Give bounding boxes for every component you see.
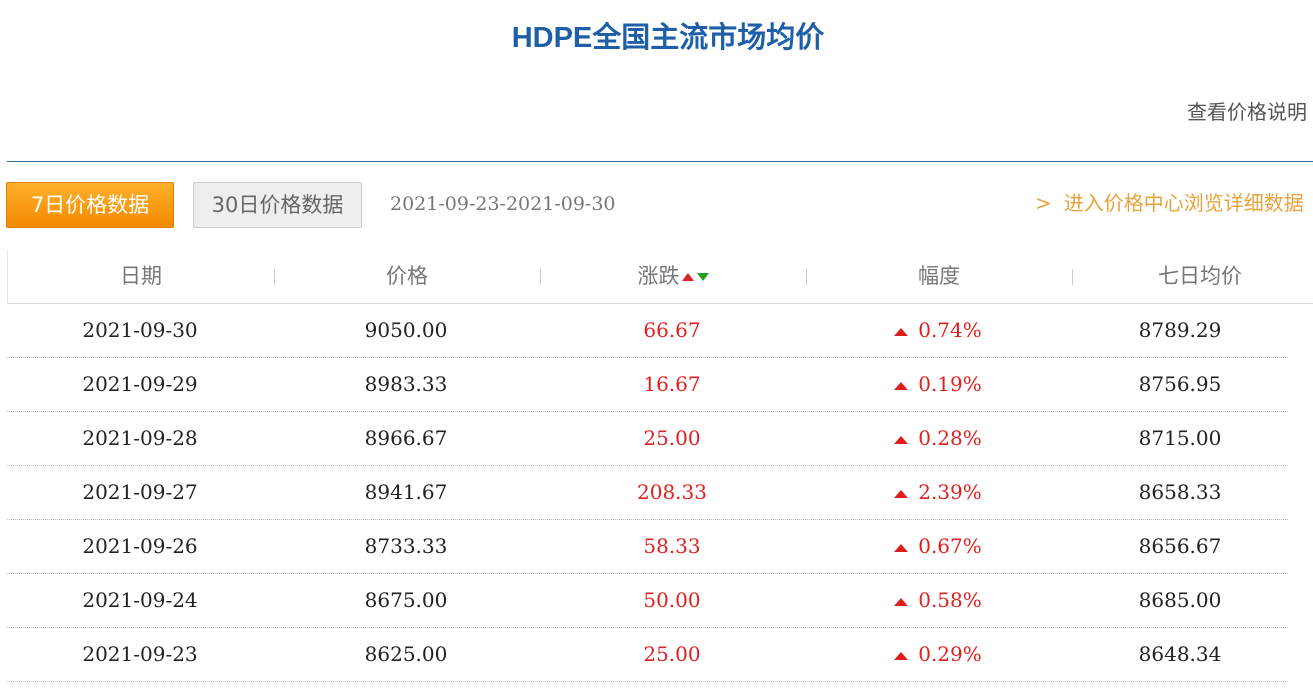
cell-avg7: 8715.00: [1138, 426, 1222, 450]
cell-price: 8941.67: [364, 480, 448, 504]
cell-avg7: 8685.00: [1138, 588, 1222, 612]
page-title: HDPE全国主流市场均价: [511, 22, 825, 54]
cell-range: 2.39%: [805, 466, 1071, 519]
cell-range: 0.58%: [805, 574, 1071, 627]
cell-change: 50.00: [643, 588, 701, 612]
header-range: 幅度: [918, 264, 960, 288]
header-avg7: 七日均价: [1158, 264, 1242, 288]
cell-date: 2021-09-28: [82, 426, 198, 450]
up-arrow-icon: [894, 597, 909, 606]
cell-price: 8625.00: [364, 642, 448, 666]
cell-date: 2021-09-29: [82, 372, 198, 396]
cell-change: 66.67: [643, 318, 701, 342]
cell-date: 2021-09-24: [82, 588, 198, 612]
price-table: 日期 价格 涨跌 幅度 七日均价 2021-09-30 9050.00 66.6…: [7, 250, 1313, 682]
table-row: 2021-09-26 8733.33 58.33 0.67% 8656.67: [7, 520, 1288, 574]
cell-price: 8733.33: [364, 534, 448, 558]
header-divider: [7, 161, 1313, 162]
cell-range: 0.74%: [805, 304, 1071, 357]
chevron-right-icon: >: [1035, 191, 1052, 215]
cell-price: 8983.33: [364, 372, 448, 396]
cell-avg7: 8789.29: [1138, 318, 1222, 342]
up-arrow-icon: [894, 651, 909, 660]
cell-change: 25.00: [643, 426, 701, 450]
price-note-link[interactable]: 查看价格说明: [1187, 96, 1307, 125]
cell-avg7: 8756.95: [1138, 372, 1222, 396]
cell-date: 2021-09-27: [82, 480, 198, 504]
cell-avg7: 8658.33: [1138, 480, 1222, 504]
cell-range: 0.19%: [805, 358, 1071, 411]
header-change-label: 涨跌: [637, 264, 680, 288]
cell-range-value: 0.28%: [918, 426, 982, 450]
cell-range: 0.29%: [805, 628, 1071, 681]
up-arrow-icon: [894, 381, 909, 390]
table-row: 2021-09-24 8675.00 50.00 0.58% 8685.00: [7, 574, 1288, 628]
table-row: 2021-09-28 8966.67 25.00 0.28% 8715.00: [7, 412, 1288, 466]
cell-change: 208.33: [637, 480, 707, 504]
date-range: 2021-09-23-2021-09-30: [390, 193, 616, 215]
up-arrow-icon: [894, 489, 909, 498]
cell-price: 8675.00: [364, 588, 448, 612]
cell-change: 16.67: [643, 372, 701, 396]
header-change: 涨跌: [540, 250, 806, 303]
up-arrow-icon: [894, 543, 909, 552]
price-center-link[interactable]: > 进入价格中心浏览详细数据: [1035, 187, 1304, 216]
cell-range-value: 0.67%: [918, 534, 982, 558]
up-arrow-icon: [894, 435, 909, 444]
cell-change: 58.33: [643, 534, 701, 558]
cell-change: 25.00: [643, 642, 701, 666]
tab-7-day-data[interactable]: 7日价格数据: [6, 182, 174, 228]
cell-range-value: 0.58%: [918, 588, 982, 612]
cell-range: 0.28%: [805, 412, 1071, 465]
cell-price: 8966.67: [364, 426, 448, 450]
cell-avg7: 8648.34: [1138, 642, 1222, 666]
table-header: 日期 价格 涨跌 幅度 七日均价: [7, 250, 1313, 304]
table-row: 2021-09-29 8983.33 16.67 0.19% 8756.95: [7, 358, 1288, 412]
cell-range-value: 0.29%: [918, 642, 982, 666]
cell-range: 0.67%: [805, 520, 1071, 573]
table-row: 2021-09-23 8625.00 25.00 0.29% 8648.34: [7, 628, 1288, 682]
cell-date: 2021-09-30: [82, 318, 198, 342]
sort-ascending-icon[interactable]: [681, 273, 694, 281]
cell-range-value: 0.19%: [918, 372, 982, 396]
cell-range-value: 2.39%: [918, 480, 982, 504]
up-arrow-icon: [894, 327, 909, 336]
sort-descending-icon[interactable]: [696, 273, 709, 281]
header-date: 日期: [120, 264, 162, 288]
cell-range-value: 0.74%: [918, 318, 982, 342]
table-row: 2021-09-30 9050.00 66.67 0.74% 8789.29: [7, 304, 1288, 358]
cell-avg7: 8656.67: [1138, 534, 1222, 558]
table-row: 2021-09-27 8941.67 208.33 2.39% 8658.33: [7, 466, 1288, 520]
tab-30-day-data[interactable]: 30日价格数据: [193, 182, 362, 228]
cell-price: 9050.00: [364, 318, 448, 342]
header-price: 价格: [386, 264, 428, 288]
price-center-link-label: 进入价格中心浏览详细数据: [1063, 191, 1304, 215]
cell-date: 2021-09-26: [82, 534, 198, 558]
cell-date: 2021-09-23: [82, 642, 198, 666]
